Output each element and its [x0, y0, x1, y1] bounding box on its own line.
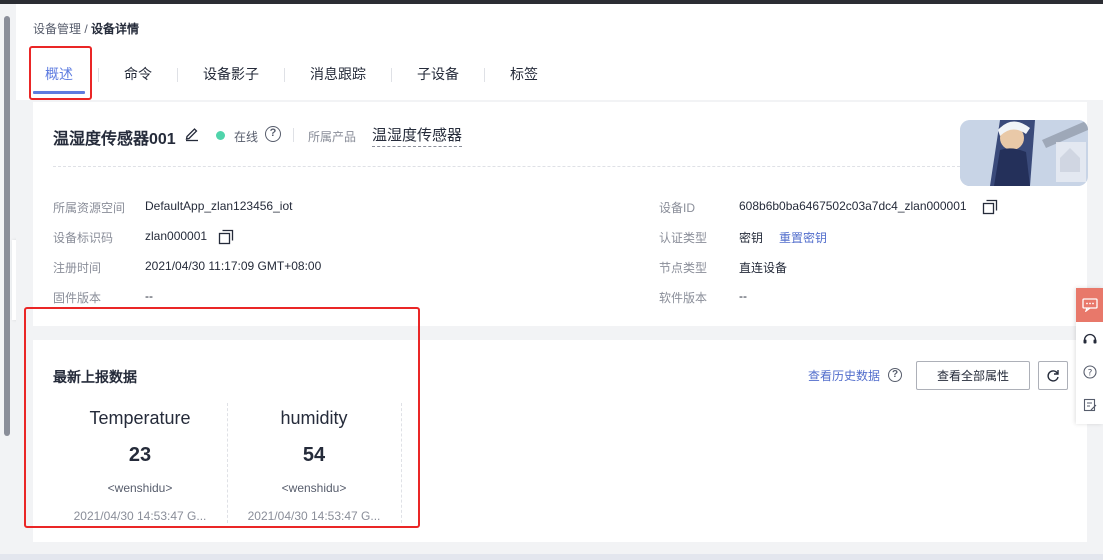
- refresh-button[interactable]: [1038, 361, 1068, 390]
- headset-icon: [1083, 333, 1096, 343]
- space-value: DefaultApp_zlan123456_iot: [145, 199, 293, 213]
- tab-divider: [391, 68, 392, 82]
- avatar: [960, 120, 1088, 186]
- highlight-box-tab: [29, 46, 92, 100]
- status-dot: [216, 131, 225, 140]
- device-info-card: 温湿度传感器001 在线 ? 所属产品 温湿度传感器 所属资源空间 Defaul…: [33, 102, 1087, 326]
- status-bar: [0, 554, 1103, 560]
- product-label: 所属产品: [308, 130, 357, 144]
- support-button[interactable]: [1076, 322, 1103, 355]
- highlight-box-data: [24, 307, 420, 528]
- firmware-value: --: [145, 289, 153, 303]
- register-time-label: 注册时间: [53, 261, 102, 275]
- status-text: 在线: [234, 130, 259, 144]
- chat-icon: [1081, 298, 1098, 312]
- view-all-properties-button[interactable]: 查看全部属性: [916, 361, 1030, 390]
- divider: [293, 128, 294, 142]
- code-label: 设备标识码: [53, 231, 114, 245]
- tab-message-trace[interactable]: 消息跟踪: [298, 56, 378, 92]
- auth-type-label: 认证类型: [659, 231, 708, 245]
- tab-bar: 概述 命令 设备影子 消息跟踪 子设备 标签: [33, 56, 550, 94]
- refresh-icon: [1047, 369, 1059, 382]
- question-icon: ?: [1082, 364, 1097, 379]
- breadcrumb: 设备管理 / 设备详情: [33, 20, 139, 37]
- auth-type-value: 密钥: [739, 231, 764, 245]
- dashed-divider: [53, 166, 960, 167]
- node-type-value: 直连设备: [739, 261, 788, 275]
- faq-button[interactable]: ?: [1076, 355, 1103, 388]
- help-icon[interactable]: ?: [888, 368, 902, 382]
- tab-divider: [484, 68, 485, 82]
- breadcrumb-current: 设备详情: [91, 22, 140, 36]
- tab-device-shadow[interactable]: 设备影子: [191, 56, 271, 92]
- reset-secret-link[interactable]: 重置密钥: [779, 229, 827, 246]
- right-dock: ?: [1076, 288, 1103, 424]
- code-value: zlan000001: [145, 229, 208, 243]
- space-label: 所属资源空间: [53, 201, 126, 215]
- tab-sub-devices[interactable]: 子设备: [405, 56, 471, 92]
- character-art: [960, 120, 1088, 186]
- copy-icon[interactable]: [982, 199, 998, 215]
- software-value: --: [739, 289, 747, 303]
- left-scrollbar[interactable]: [4, 16, 10, 436]
- device-id-value: 608b6b0ba6467502c03a7dc4_zlan000001: [739, 199, 967, 213]
- help-icon[interactable]: ?: [265, 126, 281, 142]
- register-time-value: 2021/04/30 11:17:09 GMT+08:00: [145, 259, 322, 273]
- chat-button[interactable]: [1076, 288, 1103, 322]
- breadcrumb-parent[interactable]: 设备管理: [33, 22, 81, 36]
- tab-commands[interactable]: 命令: [112, 56, 164, 92]
- product-name-link[interactable]: 温湿度传感器: [372, 124, 463, 147]
- feedback-icon: [1083, 398, 1096, 411]
- device-id-label: 设备ID: [659, 201, 696, 215]
- copy-icon[interactable]: [218, 229, 234, 245]
- firmware-label: 固件版本: [53, 291, 102, 305]
- node-type-label: 节点类型: [659, 261, 708, 275]
- feedback-button[interactable]: [1076, 388, 1103, 421]
- edit-icon[interactable]: [183, 124, 201, 142]
- history-data-link[interactable]: 查看历史数据: [808, 367, 880, 384]
- device-name: 温湿度传感器001: [53, 131, 176, 148]
- breadcrumb-separator: /: [84, 22, 88, 36]
- tab-divider: [284, 68, 285, 82]
- svg-text:?: ?: [1087, 368, 1092, 378]
- software-label: 软件版本: [659, 291, 708, 305]
- tab-divider: [177, 68, 178, 82]
- tab-tags[interactable]: 标签: [498, 56, 550, 92]
- tab-divider: [98, 68, 99, 82]
